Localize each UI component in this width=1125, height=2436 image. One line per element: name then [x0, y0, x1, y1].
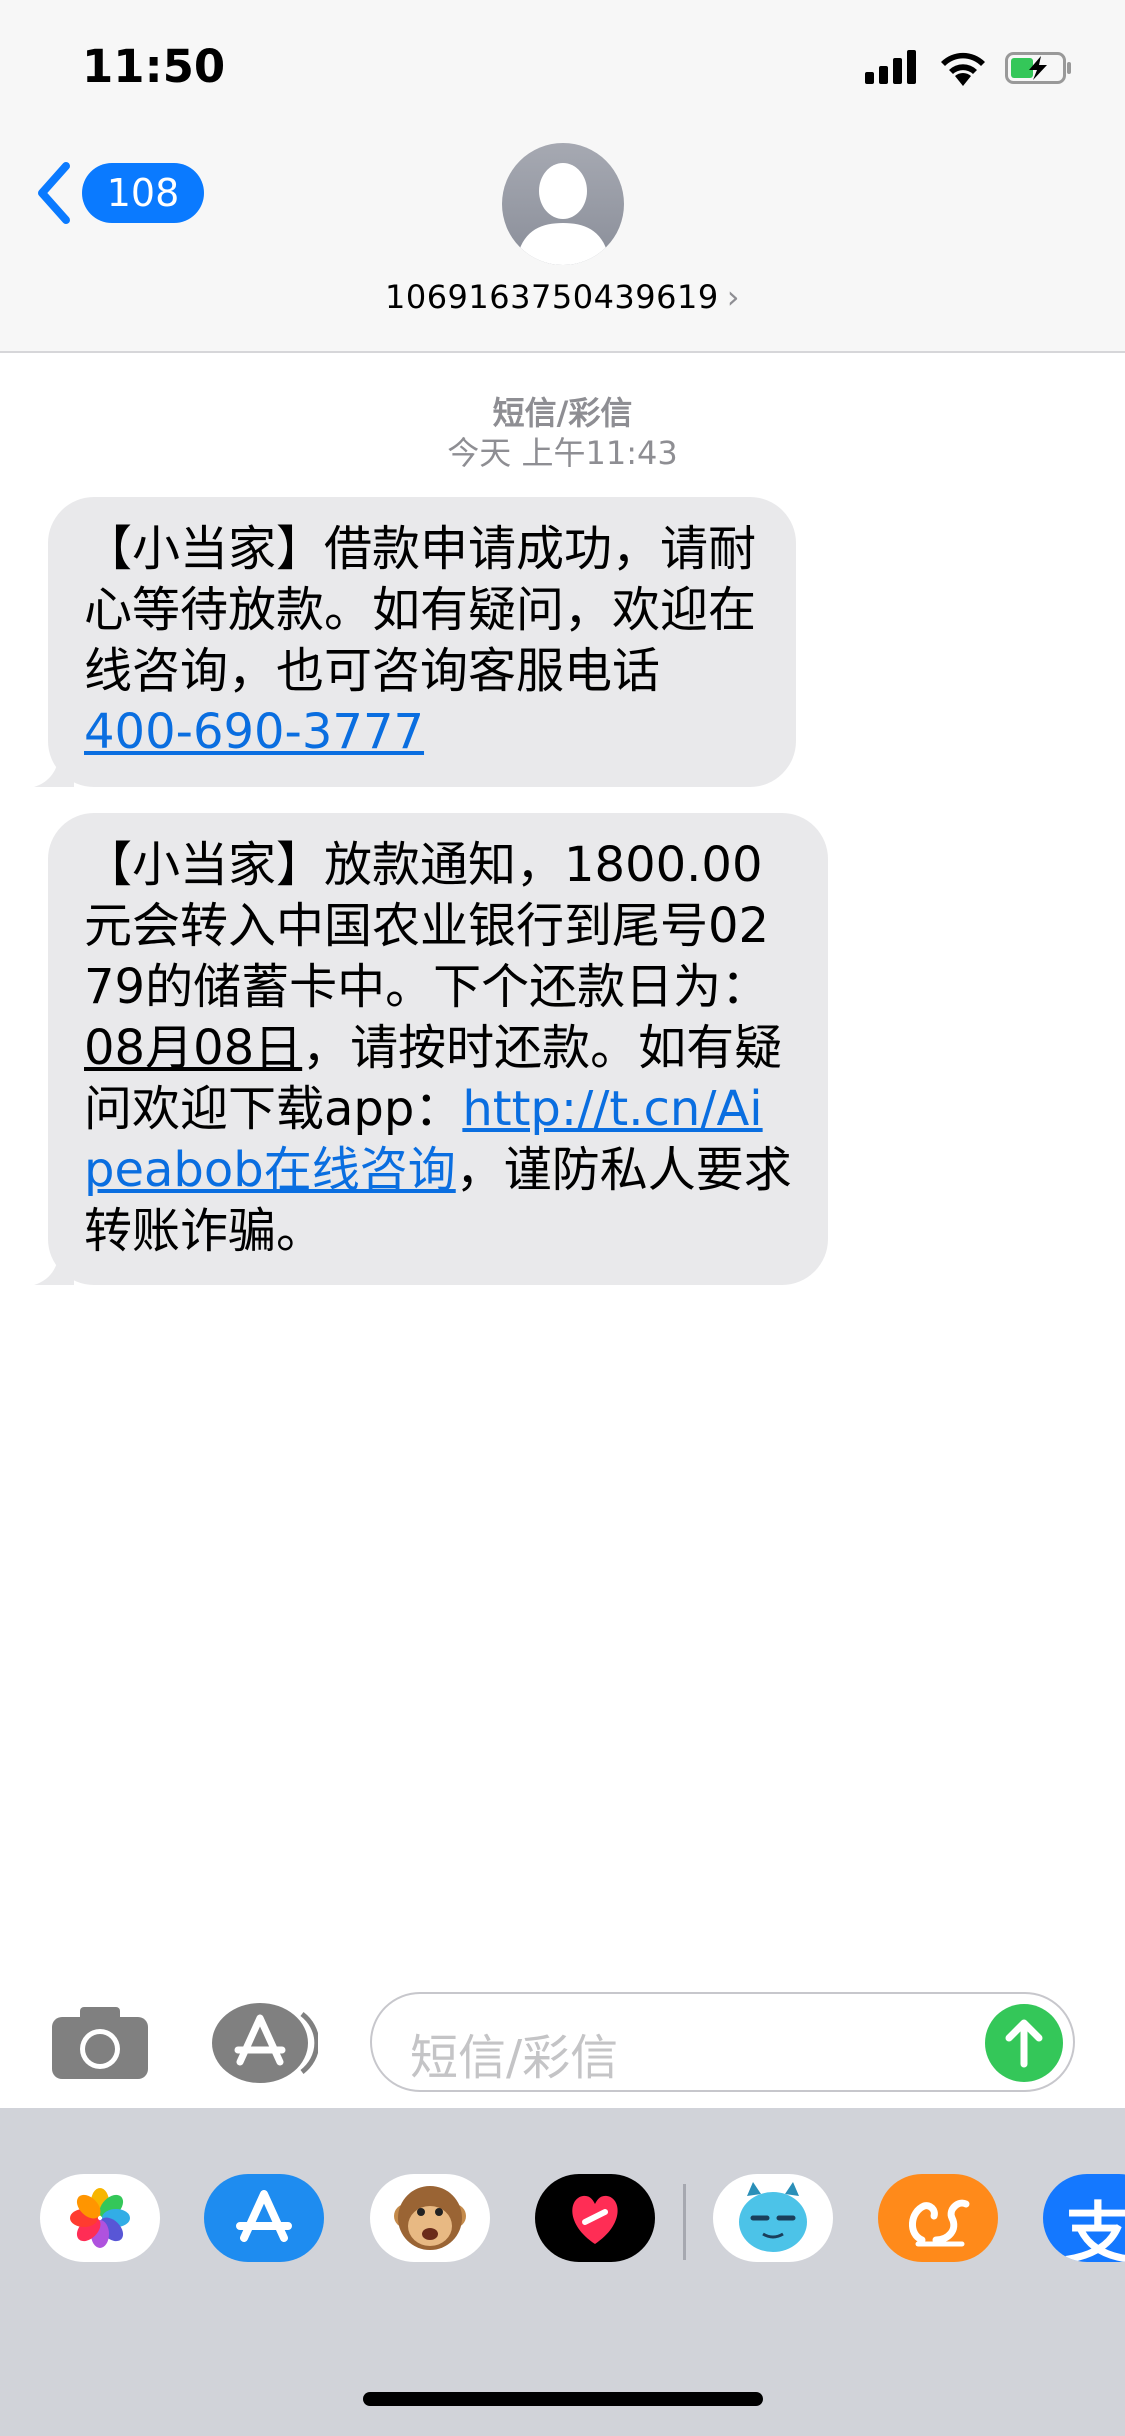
digital-touch-icon[interactable]	[535, 2174, 655, 2262]
photos-flower-icon	[70, 2188, 130, 2248]
back-button[interactable]: 108	[32, 160, 204, 226]
alipay-glyph: 支	[1065, 2195, 1125, 2262]
battery-charging-icon	[1005, 52, 1071, 84]
contact-number: 1069163750439619	[384, 278, 719, 316]
bubble-tail	[34, 1245, 74, 1285]
phone-link[interactable]: 400-690-3777	[84, 704, 424, 760]
message-bubble[interactable]: 【小当家】借款申请成功，请耐心等待放款。如有疑问，欢迎在线咨询，也可咨询客服电话…	[34, 497, 796, 787]
contact-avatar[interactable]	[502, 143, 624, 265]
bubble-tail	[34, 747, 74, 787]
unread-count-badge: 108	[82, 163, 204, 223]
animoji-icon[interactable]	[370, 2174, 490, 2262]
status-icons	[865, 48, 1085, 88]
conversation-header: 11:50 108 1069163750439619 ›	[0, 0, 1125, 353]
camera-icon[interactable]	[50, 2005, 150, 2081]
alipay-icon[interactable]: 支	[1043, 2174, 1125, 2262]
arrow-up-icon	[1005, 2019, 1043, 2068]
squirrel-icon	[909, 2199, 970, 2247]
app-store-drawer-icon[interactable]	[210, 2000, 318, 2086]
drawer-divider	[683, 2184, 686, 2260]
chevron-left-icon	[38, 162, 70, 224]
message-input[interactable]: 短信/彩信	[370, 1992, 1075, 2092]
monkey-icon	[394, 2186, 466, 2250]
app-store-glyph-icon	[236, 2190, 292, 2242]
message-text: 【小当家】放款通知，1800.00元会转入中国农业银行到尾号0279的储蓄卡中。…	[84, 837, 770, 1015]
app-store-icon[interactable]	[204, 2174, 324, 2262]
message-bubble[interactable]: 【小当家】放款通知，1800.00元会转入中国农业银行到尾号0279的储蓄卡中。…	[34, 813, 828, 1285]
status-time: 11:50	[82, 40, 226, 93]
message-timestamp: 今天 上午11:43	[447, 434, 678, 472]
signal-icon	[865, 48, 923, 88]
imessage-app-drawer: 支	[0, 2108, 1125, 2436]
chevron-right-icon: ›	[726, 278, 741, 316]
sticker-app-icon[interactable]	[713, 2174, 833, 2262]
wifi-icon	[941, 52, 985, 86]
contact-name-button[interactable]: 1069163750439619 ›	[0, 278, 1125, 316]
message-text: 【小当家】借款申请成功，请耐心等待放款。如有疑问，欢迎在线咨询，也可咨询客服电话	[84, 521, 757, 699]
heart-icon	[572, 2195, 618, 2244]
message-input-placeholder: 短信/彩信	[410, 2030, 619, 2086]
uc-browser-icon[interactable]	[878, 2174, 998, 2262]
send-button[interactable]	[985, 2004, 1063, 2082]
photos-icon[interactable]	[40, 2174, 160, 2262]
blue-monster-icon	[739, 2182, 807, 2252]
person-silhouette-icon	[516, 163, 610, 265]
home-indicator[interactable]	[363, 2392, 763, 2406]
date-link[interactable]: 08月08日	[84, 1020, 302, 1076]
